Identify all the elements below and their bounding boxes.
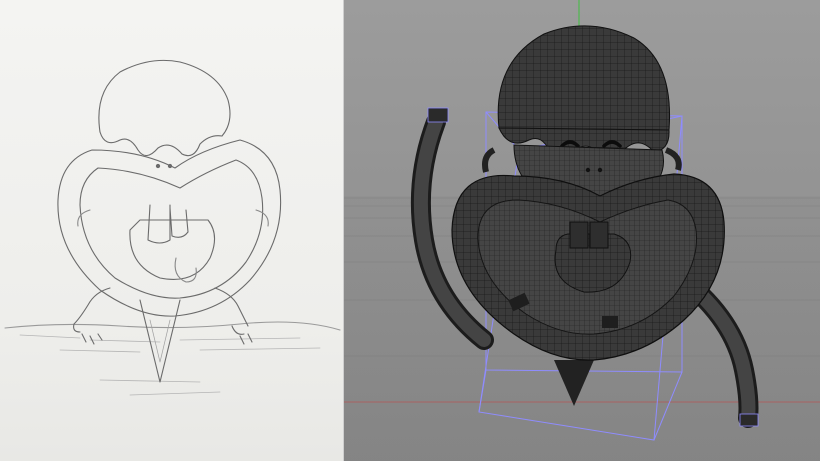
pencil-sketch-panel	[0, 0, 343, 461]
sketch-right-arm	[214, 287, 253, 345]
model-stub-right	[602, 316, 618, 328]
3d-viewport	[344, 0, 820, 461]
sketch-ground-hatch	[19, 334, 321, 396]
sketch-inner-mouth	[129, 219, 216, 280]
sketch-left-arm	[73, 287, 111, 345]
pencil-sketch	[4, 59, 341, 396]
model-scoop	[497, 25, 671, 131]
sketch-teeth	[147, 204, 189, 244]
3d-viewport-panel[interactable]	[344, 0, 820, 461]
sketch-scoop	[98, 59, 231, 137]
model-tooth-right	[589, 221, 609, 249]
model-tooth-left	[569, 221, 589, 249]
comparison-frame	[0, 0, 820, 461]
